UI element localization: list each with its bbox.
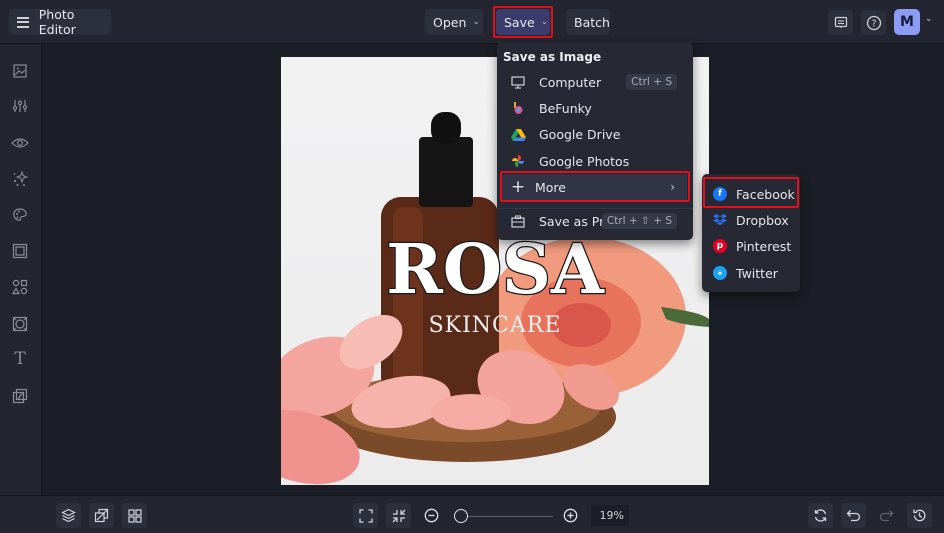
app-title: Photo Editor — [38, 7, 76, 37]
zoom-level-input[interactable]: 19% — [591, 505, 629, 526]
item-label: BeFunky — [539, 100, 592, 116]
tool-sidebar: T — [0, 45, 42, 495]
fullscreen-icon — [358, 508, 373, 523]
befunky-icon — [510, 100, 526, 116]
fit-screen-button[interactable] — [353, 503, 378, 528]
share-dropbox-item[interactable]: Dropbox — [706, 207, 797, 233]
monitor-icon — [510, 74, 526, 90]
google-drive-icon — [510, 126, 526, 142]
redo-icon — [879, 510, 894, 522]
save-as-project-item[interactable]: Save as Project Ctrl + ⇧ + S — [501, 208, 687, 234]
image-icon[interactable] — [11, 62, 29, 80]
overlay-icon[interactable] — [11, 387, 29, 405]
open-label: Open — [433, 14, 467, 30]
top-bar: Photo Editor Open ⌄ Save ⌄ Batch ? M ⌄ — [0, 0, 944, 44]
shortcut-badge: Ctrl + S — [626, 74, 677, 90]
layers-icon — [61, 508, 76, 523]
batch-label: Batch — [574, 14, 610, 30]
bottom-toolbar: 19% — [0, 495, 944, 533]
dropbox-icon — [713, 213, 727, 227]
zoom-out-button[interactable] — [424, 508, 439, 527]
item-label: Computer — [539, 74, 602, 90]
zoom-slider-handle[interactable] — [453, 509, 468, 523]
palette-icon[interactable] — [11, 206, 29, 224]
undo-button[interactable] — [841, 503, 866, 528]
grid-icon — [127, 508, 142, 523]
history-icon — [913, 509, 926, 522]
help-icon: ? — [866, 15, 881, 30]
help-button[interactable]: ? — [861, 10, 886, 35]
adjust-sliders-icon[interactable] — [11, 97, 29, 115]
zoom-slider-track[interactable] — [459, 516, 553, 517]
save-google-drive-item[interactable]: Google Drive — [501, 121, 687, 147]
menu-button[interactable]: Photo Editor — [9, 7, 111, 37]
pinterest-icon: p — [713, 239, 727, 253]
chevron-down-icon: ⌄ — [472, 17, 480, 27]
sparkle-effects-icon[interactable] — [11, 170, 29, 188]
grid-view-button[interactable] — [122, 503, 147, 528]
zoom-in-button[interactable] — [563, 508, 578, 527]
text-icon[interactable]: T — [11, 349, 29, 369]
facebook-highlight-box — [703, 177, 799, 208]
shapes-icon[interactable] — [11, 278, 29, 296]
item-label: Pinterest — [736, 238, 792, 254]
undo-icon — [846, 510, 861, 522]
shortcut-badge: Ctrl + ⇧ + S — [601, 213, 677, 229]
crop-resize-button[interactable] — [89, 503, 114, 528]
resize-icon — [94, 508, 109, 523]
more-highlight-box — [500, 171, 690, 202]
item-label: Twitter — [736, 265, 778, 281]
shrink-icon — [392, 509, 405, 522]
layers-button[interactable] — [56, 503, 81, 528]
share-pinterest-item[interactable]: p Pinterest — [706, 233, 797, 259]
zoom-in-icon — [563, 508, 578, 523]
reset-button[interactable] — [808, 503, 833, 528]
batch-button[interactable]: Batch — [566, 9, 610, 35]
save-dropdown-menu: Save as Image Computer Ctrl + S BeFunky … — [497, 42, 693, 240]
svg-text:?: ? — [871, 18, 876, 29]
frame-icon[interactable] — [11, 242, 29, 260]
title-text: ROSA — [386, 230, 605, 310]
save-computer-item[interactable]: Computer Ctrl + S — [501, 69, 687, 95]
item-label: Google Photos — [539, 153, 630, 169]
item-label: Google Drive — [539, 126, 621, 142]
user-avatar[interactable]: M — [894, 9, 920, 35]
share-twitter-item[interactable]: ✦ Twitter — [706, 260, 797, 286]
subtitle-text: SKINCARE — [429, 313, 562, 338]
redo-button[interactable] — [874, 503, 899, 528]
menu-heading: Save as Image — [503, 50, 602, 64]
save-highlight-box — [493, 6, 553, 38]
texture-icon[interactable] — [11, 315, 29, 333]
zoom-out-icon — [424, 508, 439, 523]
open-button[interactable]: Open ⌄ — [425, 9, 483, 35]
save-befunky-item[interactable]: BeFunky — [501, 95, 687, 121]
google-photos-icon — [510, 153, 526, 169]
comment-icon — [834, 16, 847, 28]
actual-size-button[interactable] — [386, 503, 411, 528]
refresh-icon — [814, 509, 827, 522]
history-button[interactable] — [907, 503, 932, 528]
feedback-button[interactable] — [828, 10, 853, 35]
eye-icon[interactable] — [11, 134, 29, 152]
item-label: Dropbox — [736, 212, 789, 228]
account-chevron-icon[interactable]: ⌄ — [925, 14, 933, 24]
twitter-icon: ✦ — [713, 266, 727, 280]
hamburger-icon — [17, 16, 29, 28]
briefcase-icon — [510, 213, 526, 229]
